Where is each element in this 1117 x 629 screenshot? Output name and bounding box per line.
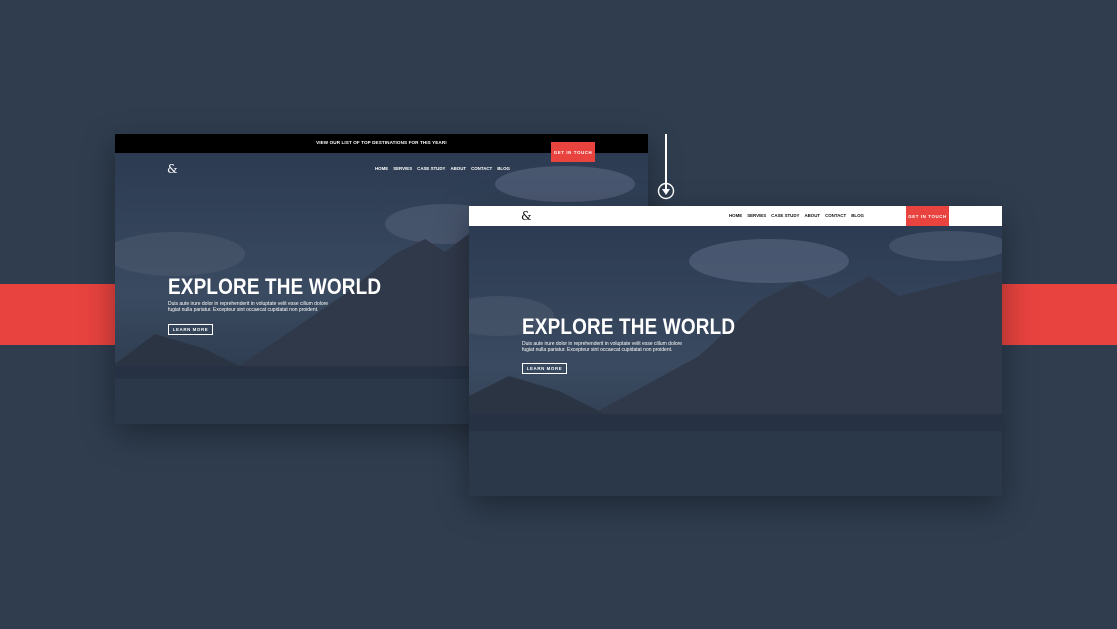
nav-item-home[interactable]: HOME: [375, 166, 388, 171]
website-preview-after: & HOME SERVIES CASE STUDY ABOUT CONTACT …: [469, 206, 1002, 496]
nav-item-services[interactable]: SERVIES: [393, 166, 412, 171]
nav-item-contact[interactable]: CONTACT: [825, 213, 846, 218]
learn-more-button[interactable]: LEARN MORE: [168, 324, 213, 335]
nav-item-blog[interactable]: BLOG: [851, 213, 864, 218]
main-nav: HOME SERVIES CASE STUDY ABOUT CONTACT BL…: [729, 213, 864, 218]
main-nav: HOME SERVIES CASE STUDY ABOUT CONTACT BL…: [375, 166, 510, 171]
get-in-touch-button[interactable]: GET IN TOUCH: [906, 206, 949, 226]
nav-item-case-study[interactable]: CASE STUDY: [417, 166, 445, 171]
nav-item-home[interactable]: HOME: [729, 213, 742, 218]
hero-title: EXPLORE THE WORLD: [168, 274, 382, 299]
nav-item-case-study[interactable]: CASE STUDY: [771, 213, 799, 218]
hero-description: Duis aute irure dolor in reprehenderit i…: [168, 301, 329, 313]
nav-item-contact[interactable]: CONTACT: [471, 166, 492, 171]
site-logo[interactable]: &: [167, 162, 178, 176]
nav-item-about[interactable]: ABOUT: [450, 166, 466, 171]
nav-item-about[interactable]: ABOUT: [804, 213, 820, 218]
arrow-down-circle-icon: [657, 134, 675, 200]
nav-item-blog[interactable]: BLOG: [497, 166, 510, 171]
hero-description: Duis aute irure dolor in reprehenderit i…: [522, 341, 683, 353]
learn-more-button[interactable]: LEARN MORE: [522, 363, 567, 374]
get-in-touch-button[interactable]: GET IN TOUCH: [551, 142, 595, 162]
nav-item-services[interactable]: SERVIES: [747, 213, 766, 218]
site-logo[interactable]: &: [521, 209, 532, 223]
hero-title: EXPLORE THE WORLD: [522, 314, 736, 339]
